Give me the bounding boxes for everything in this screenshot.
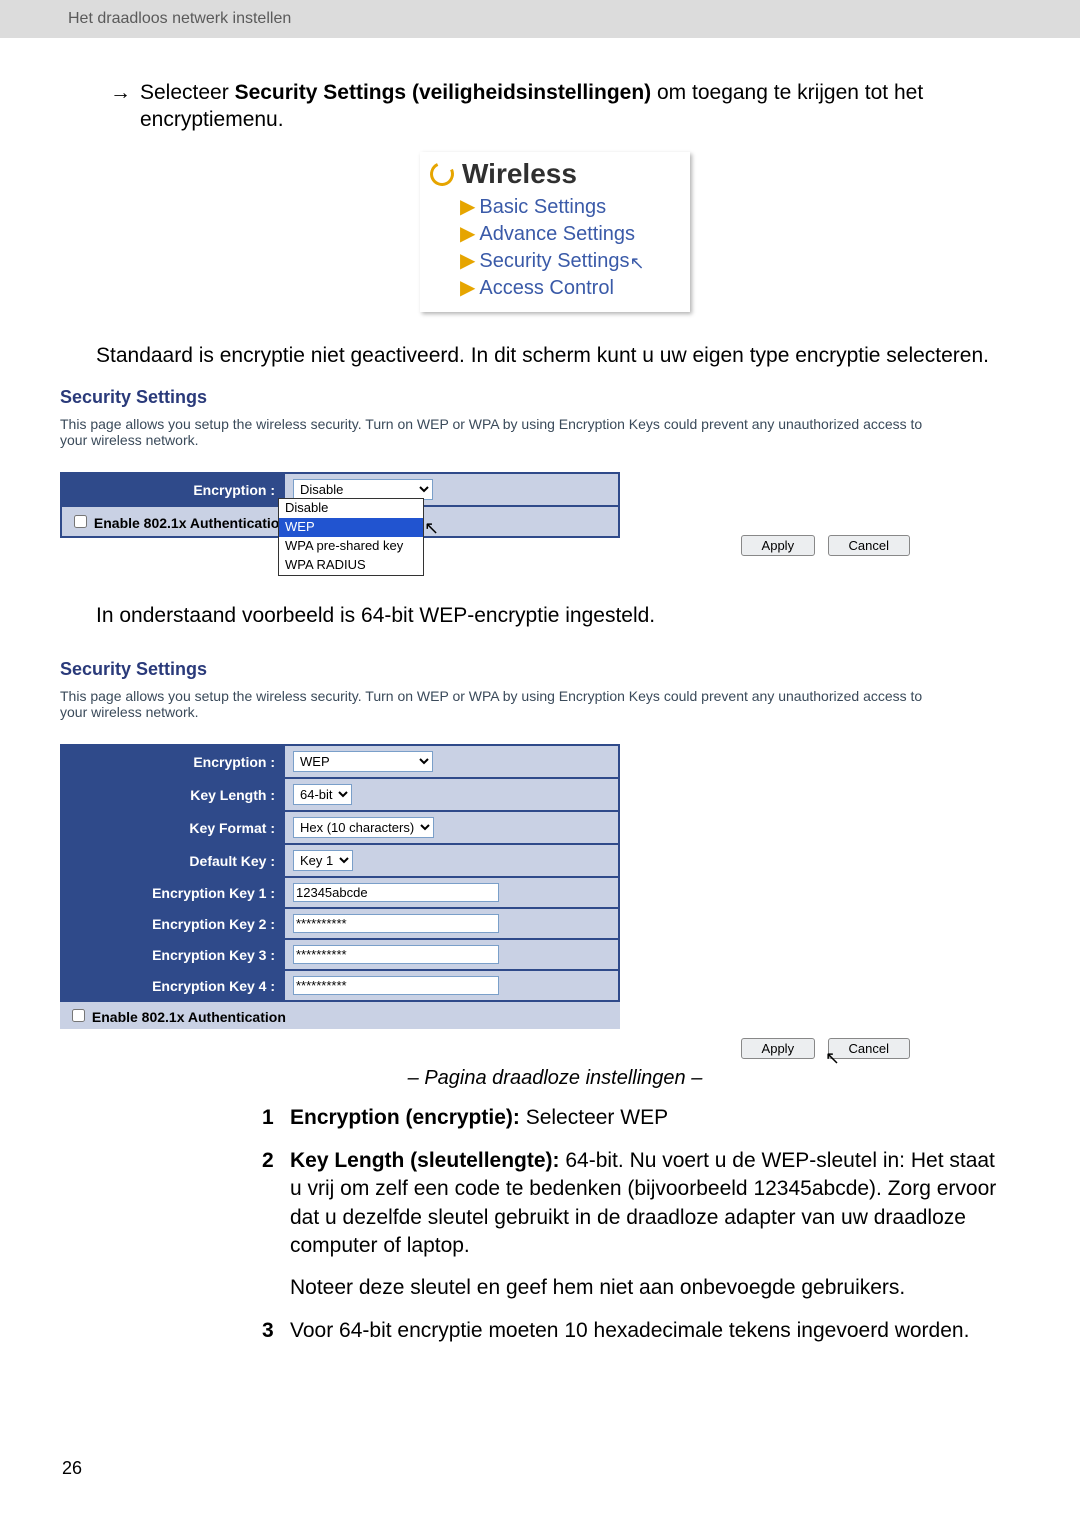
apply-button[interactable]: Apply [741, 1038, 816, 1059]
key-format-label: Key Format : [62, 812, 283, 843]
step1-rest: Selecteer WEP [520, 1106, 668, 1129]
enc-key3-input[interactable] [293, 945, 499, 964]
enc-key1-label: Encryption Key 1 : [62, 878, 283, 907]
ring-icon [427, 158, 458, 189]
step1-bold: Encryption (encryptie): [290, 1106, 520, 1129]
figure-caption: – Pagina draadloze instellingen – [100, 1067, 1010, 1090]
enable-8021x-label: Enable 802.1x Authentication [94, 515, 288, 531]
menu-label: Access Control [479, 277, 614, 299]
step2-note: Noteer deze sleutel en geef hem niet aan… [290, 1276, 905, 1299]
enc-key4-label: Encryption Key 4 : [62, 971, 283, 1000]
default-key-label: Default Key : [62, 845, 283, 876]
step3-text: Voor 64-bit encryptie moeten 10 hexadeci… [290, 1319, 969, 1342]
key-format-select[interactable]: Hex (10 characters) [293, 817, 434, 838]
cursor-icon: ↖ [825, 1048, 840, 1069]
menu-label: Security Settings [479, 250, 629, 272]
cursor-icon: ↖ [629, 251, 644, 275]
menu-item-advance[interactable]: ▶Advance Settings [460, 221, 680, 248]
apply-button[interactable]: Apply [741, 535, 816, 556]
dropdown-option-wpa-psk[interactable]: WPA pre-shared key [279, 537, 423, 556]
sec2-title: Security Settings [60, 659, 930, 680]
sec2-desc: This page allows you setup the wireless … [60, 688, 930, 720]
cursor-icon: ↖ [424, 518, 439, 539]
menu-label: Advance Settings [479, 223, 635, 245]
intro-below: In onderstaand voorbeeld is 64-bit WEP-e… [96, 602, 1010, 629]
menu-item-access[interactable]: ▶Access Control [460, 275, 680, 302]
security-settings-screenshot-2: Security Settings This page allows you s… [60, 659, 930, 1059]
intro-bold: Security Settings (veiligheidsinstelling… [235, 81, 652, 104]
enc-key2-input[interactable] [293, 914, 499, 933]
step-1: Encryption (encryptie): Selecteer WEP [290, 1104, 1010, 1132]
wireless-title-text: Wireless [462, 158, 577, 190]
encryption-label: Encryption : [62, 474, 283, 505]
triangle-icon: ▶ [460, 277, 475, 299]
key-length-label: Key Length : [62, 779, 283, 810]
sec1-desc: This page allows you setup the wireless … [60, 416, 930, 448]
sec1-title: Security Settings [60, 387, 930, 408]
encryption-label: Encryption : [62, 746, 283, 777]
dropdown-option-wpa-radius[interactable]: WPA RADIUS [279, 556, 423, 575]
enable-8021x-checkbox[interactable] [74, 515, 87, 528]
intro-prefix: Selecteer [140, 81, 235, 104]
menu-item-security[interactable]: ▶Security Settings↖ [460, 248, 680, 275]
triangle-icon: ▶ [460, 223, 475, 245]
dropdown-option-disable[interactable]: Disable [279, 499, 423, 518]
wireless-menu-title: Wireless [430, 158, 680, 190]
enc-key3-label: Encryption Key 3 : [62, 940, 283, 969]
enable-8021x-checkbox[interactable] [72, 1009, 85, 1022]
encryption-dropdown-open[interactable]: Disable WEP WPA pre-shared key WPA RADIU… [278, 498, 424, 576]
menu-label: Basic Settings [479, 196, 606, 218]
intro-line-1: Selecteer Security Settings (veiligheids… [100, 79, 1010, 134]
enc-key4-input[interactable] [293, 976, 499, 995]
dropdown-option-wep[interactable]: WEP [279, 518, 423, 537]
step-3: Voor 64-bit encryptie moeten 10 hexadeci… [290, 1317, 1010, 1345]
triangle-icon: ▶ [460, 250, 475, 272]
encryption-select[interactable]: Disable [293, 479, 433, 500]
default-key-select[interactable]: Key 1 [293, 850, 353, 871]
enable-8021x-label: Enable 802.1x Authentication [92, 1009, 286, 1025]
enc-key1-input[interactable] [293, 883, 499, 902]
wireless-menu-screenshot: Wireless ▶Basic Settings ▶Advance Settin… [420, 152, 690, 312]
step2-bold: Key Length (sleutellengte): [290, 1149, 560, 1172]
enc-key2-label: Encryption Key 2 : [62, 909, 283, 938]
triangle-icon: ▶ [460, 196, 475, 218]
intro-middle: Standaard is encryptie niet geactiveerd.… [96, 342, 1010, 369]
key-length-select[interactable]: 64-bit [293, 784, 352, 805]
step-2: Key Length (sleutellengte): 64-bit. Nu v… [290, 1147, 1010, 1303]
cancel-button[interactable]: Cancel [828, 535, 910, 556]
encryption-select[interactable]: WEP [293, 751, 433, 772]
security-settings-screenshot-1: Security Settings This page allows you s… [60, 387, 930, 562]
page-number: 26 [62, 1458, 82, 1479]
menu-item-basic[interactable]: ▶Basic Settings [460, 194, 680, 221]
breadcrumb: Het draadloos netwerk instellen [0, 0, 1080, 38]
